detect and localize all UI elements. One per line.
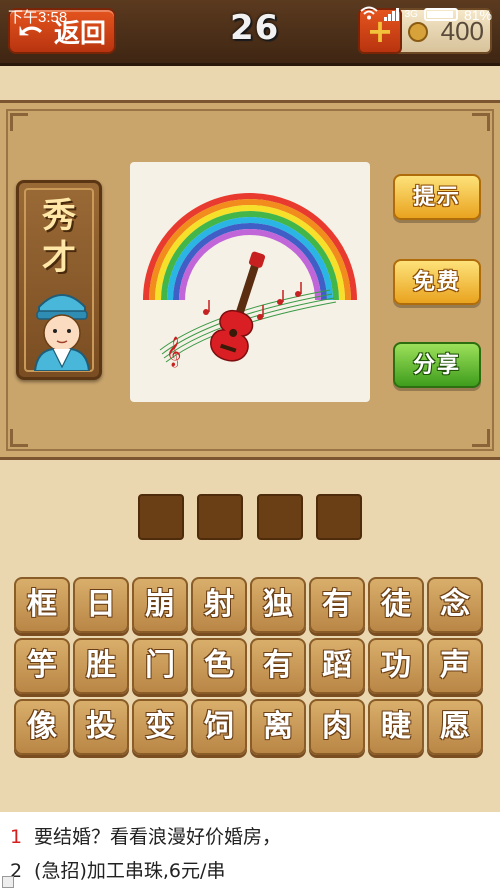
level-number: 26 [230,8,280,48]
ad-link[interactable]: 2 (急招)加工串珠,6元/串 [10,856,225,883]
character-tile[interactable]: 独 [250,577,306,633]
corner-ornament [472,429,490,447]
hint-button[interactable]: 提示 [393,174,481,220]
coin-icon [408,22,428,42]
character-tile[interactable]: 徒 [368,577,424,633]
character-tile[interactable]: 日 [73,577,129,633]
ad-text: 要结婚？看看浪漫好价婚房， [34,826,282,848]
character-tile[interactable]: 胜 [73,638,129,694]
hint-char: 才 [42,238,76,278]
character-tile[interactable]: 睫 [368,699,424,755]
battery-percent: 81% [463,6,492,23]
status-time: 下午3:58 [8,9,68,26]
scholar-avatar-icon [33,294,91,371]
free-coins-button[interactable]: 免费 [393,259,481,305]
character-tile[interactable]: 像 [14,699,70,755]
top-bar: 下午3:58 3G 81% ⤺ 返回 26 + 400 [0,0,500,66]
ad-link[interactable]: 1 要结婚？看看浪漫好价婚房， [10,822,281,849]
character-tile[interactable]: 愿 [427,699,483,755]
wifi-icon [359,6,378,23]
character-tile[interactable]: 射 [191,577,247,633]
character-tile[interactable]: 离 [250,699,306,755]
corner-ornament [472,113,490,131]
character-tile[interactable]: 声 [427,638,483,694]
character-tile[interactable]: 竽 [14,638,70,694]
corner-ornament [10,429,28,447]
character-tile[interactable]: 变 [132,699,188,755]
category-hint-card: 秀 才 [16,180,102,380]
status-icons: 3G 81% [359,6,492,23]
character-tile[interactable]: 饲 [191,699,247,755]
character-tile[interactable]: 框 [14,577,70,633]
hint-char: 秀 [42,196,76,236]
answer-slot[interactable] [257,494,303,540]
answer-slot[interactable] [316,494,362,540]
ad-logo-icon [2,876,14,888]
network-type: 3G [404,8,418,20]
hint-text: 秀 才 [19,195,99,279]
character-tile[interactable]: 肉 [309,699,365,755]
character-tile[interactable]: 功 [368,638,424,694]
ad-text: (急招)加工串珠,6元/串 [34,860,226,882]
character-tile[interactable]: 色 [191,638,247,694]
answer-slot[interactable] [197,494,243,540]
ad-banner: 1 要结婚？看看浪漫好价婚房， 2 (急招)加工串珠,6元/串 [0,812,500,889]
character-tile[interactable]: 崩 [132,577,188,633]
character-tile[interactable]: 有 [309,577,365,633]
signal-icon [383,8,399,21]
character-tile[interactable]: 投 [73,699,129,755]
character-tile[interactable]: 念 [427,577,483,633]
answer-slot[interactable] [138,494,184,540]
character-tile[interactable]: 门 [132,638,188,694]
corner-ornament [10,113,28,131]
rainbow-guitar-image: 𝄞 [143,193,357,368]
svg-text:𝄞: 𝄞 [166,336,181,368]
character-tile[interactable]: 蹈 [309,638,365,694]
character-tile[interactable]: 有 [250,638,306,694]
share-button[interactable]: 分享 [393,342,481,388]
puzzle-picture: 𝄞 [130,162,370,402]
ad-number: 1 [10,826,23,848]
battery-icon [423,8,458,21]
